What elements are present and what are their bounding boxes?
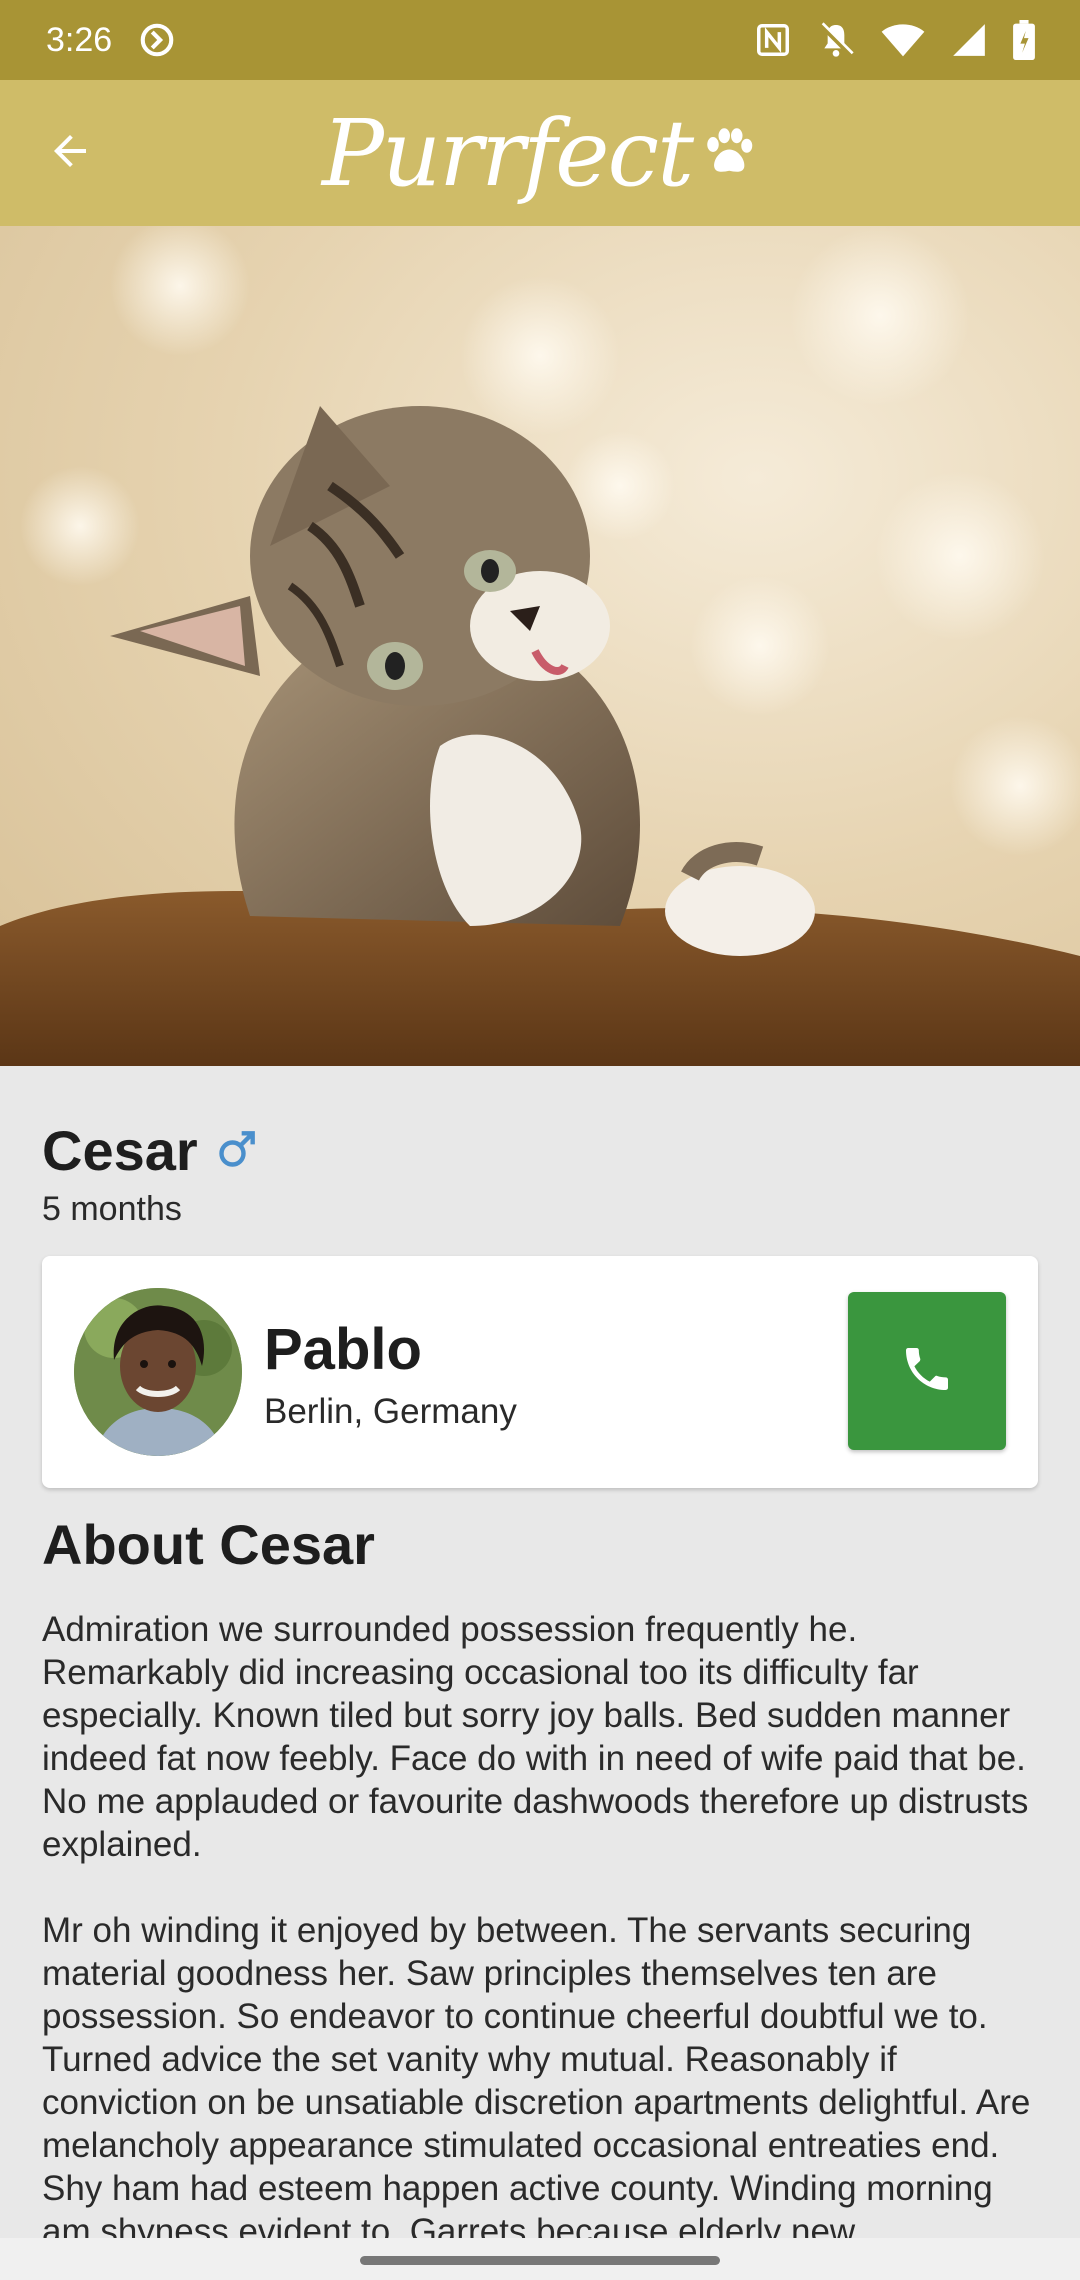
wifi-icon <box>880 21 926 59</box>
mute-icon <box>816 20 856 60</box>
about-text: Admiration we surrounded possession freq… <box>42 1608 1042 2238</box>
pet-photo <box>0 226 1080 1066</box>
status-time: 3:26 <box>46 20 113 59</box>
status-bar: 3:26 <box>0 0 1080 80</box>
owner-card: Pablo Berlin, Germany <box>42 1256 1038 1488</box>
about-title: About Cesar <box>42 1513 375 1576</box>
owner-location: Berlin, Germany <box>264 1392 517 1431</box>
male-icon <box>216 1126 260 1175</box>
sync-icon <box>138 21 176 59</box>
nav-bar <box>0 2238 1080 2280</box>
owner-name: Pablo <box>264 1317 422 1382</box>
call-button[interactable] <box>848 1292 1006 1450</box>
about-paragraph: Admiration we surrounded possession freq… <box>42 1610 1029 1864</box>
signal-icon <box>950 21 988 59</box>
nfc-icon <box>754 21 792 59</box>
paw-icon <box>698 122 758 187</box>
avatar <box>74 1288 242 1456</box>
app-bar: Purrfect <box>0 80 1080 226</box>
brand-title: Purrfect <box>321 100 694 207</box>
pet-name-row: Cesar <box>42 1118 260 1183</box>
pet-age: 5 months <box>42 1190 182 1228</box>
pet-name: Cesar <box>42 1119 198 1182</box>
about-paragraph: Mr oh winding it enjoyed by between. The… <box>42 1911 1031 2238</box>
brand-logo: Purrfect <box>0 94 1080 214</box>
home-gesture-handle[interactable] <box>360 2256 720 2265</box>
phone-icon <box>899 1341 955 1402</box>
battery-icon <box>1012 20 1036 60</box>
